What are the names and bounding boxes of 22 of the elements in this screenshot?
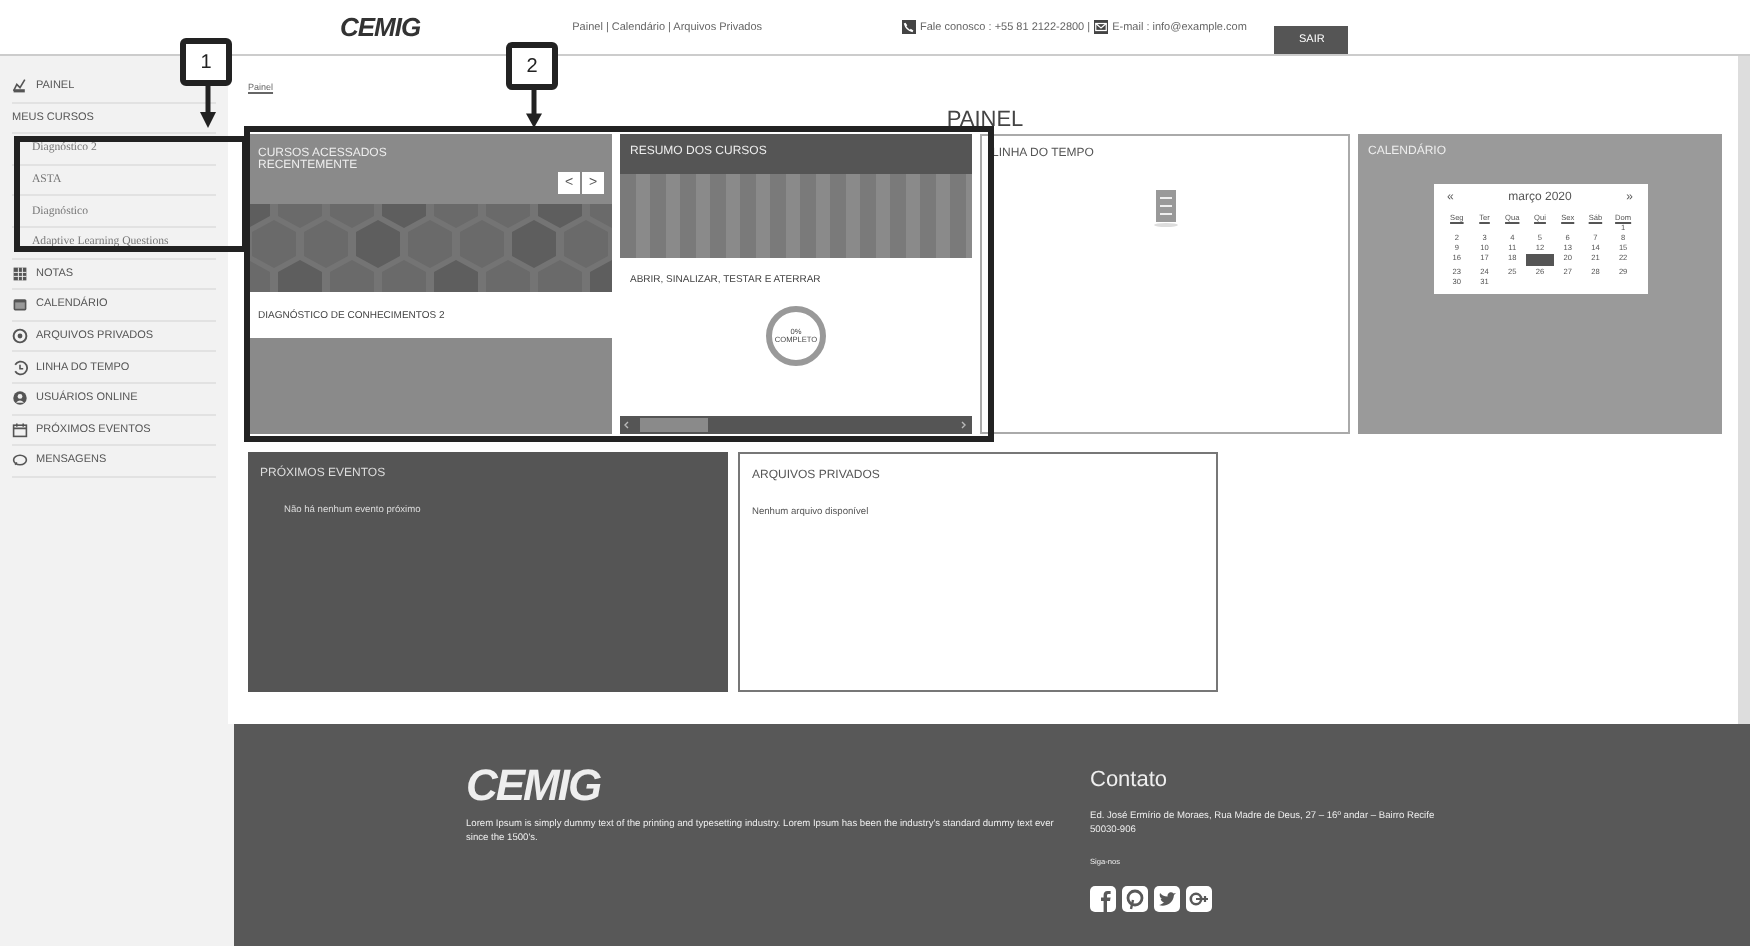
contact-heading: Contato: [1090, 768, 1168, 792]
callout-arrow: [200, 84, 216, 128]
phone-icon: [902, 20, 917, 34]
sidebar-icon: [12, 265, 28, 282]
footer-logo: CEMIG: [466, 760, 601, 812]
sidebar-icon: [12, 452, 28, 469]
callout-arrow: [526, 88, 542, 128]
sidebar-icon: [12, 421, 28, 438]
twitter-icon[interactable]: [1154, 886, 1180, 912]
callout-number: 2: [506, 42, 558, 90]
page-title: PAINEL: [946, 108, 1024, 132]
sidebar-icon: [12, 78, 28, 95]
callout-number: 1: [180, 38, 232, 86]
envelope-icon: [1094, 20, 1109, 34]
site-logo[interactable]: CEMIG: [340, 12, 421, 42]
google-plus-icon[interactable]: [1186, 886, 1212, 912]
sidebar-icon: [12, 390, 28, 407]
pinterest-icon[interactable]: [1122, 886, 1148, 912]
facebook-icon[interactable]: [1090, 886, 1116, 912]
sidebar-icon: [12, 359, 28, 376]
list-icon: [1151, 188, 1179, 228]
vertical-scrollbar[interactable]: [1738, 56, 1750, 724]
